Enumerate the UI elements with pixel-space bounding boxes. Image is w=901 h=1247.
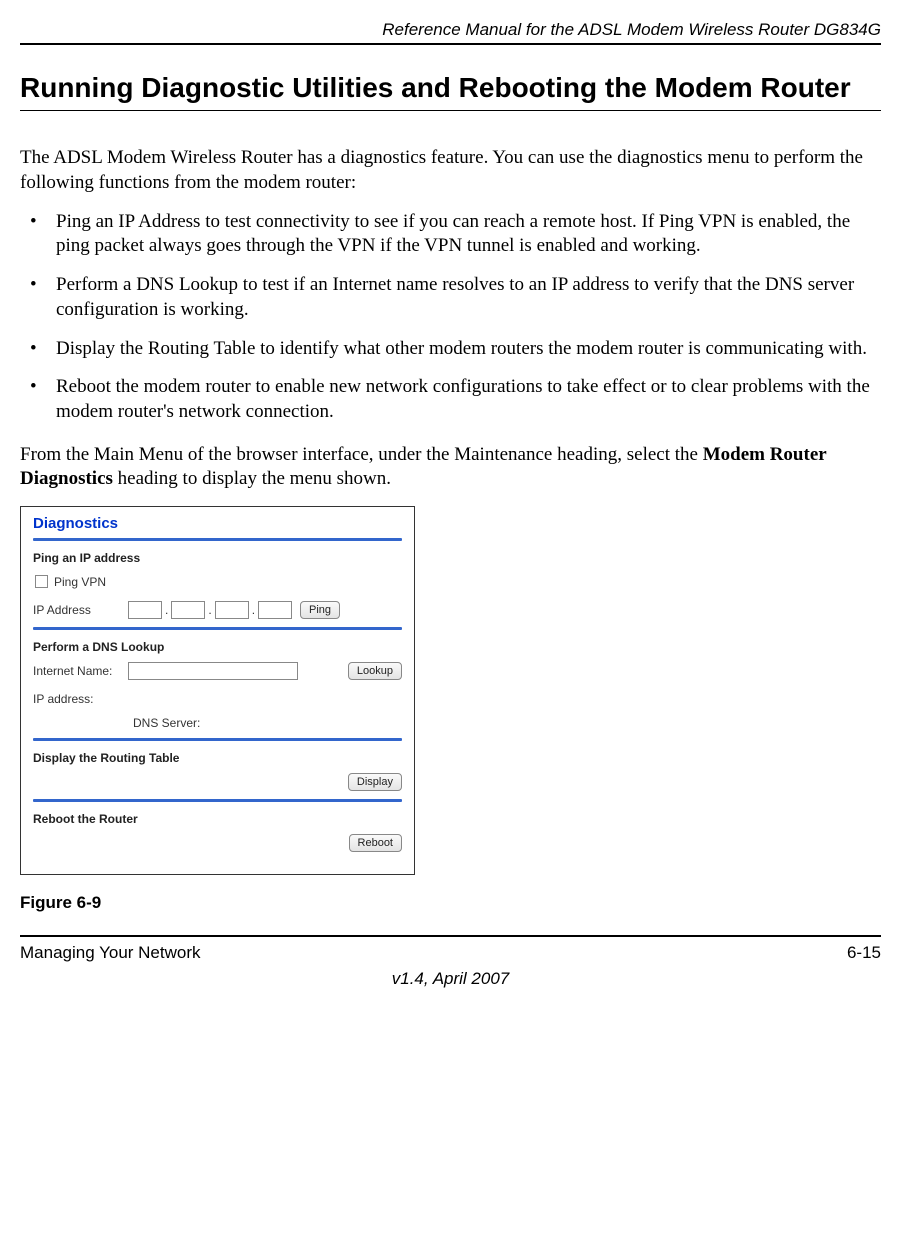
lookup-button[interactable]: Lookup: [348, 662, 402, 680]
ip-octet-2[interactable]: [171, 601, 205, 619]
running-header: Reference Manual for the ADSL Modem Wire…: [20, 20, 881, 45]
divider: [33, 738, 402, 741]
internet-name-input[interactable]: [128, 662, 298, 680]
ip-octet-1[interactable]: [128, 601, 162, 619]
internet-name-row: Internet Name: Lookup: [33, 660, 402, 682]
section-heading: Running Diagnostic Utilities and Rebooti…: [20, 70, 881, 106]
figure-caption: Figure 6-9: [20, 893, 881, 913]
reboot-button[interactable]: Reboot: [349, 834, 402, 852]
ip-octet-4[interactable]: [258, 601, 292, 619]
reboot-section-label: Reboot the Router: [33, 812, 402, 826]
footer-right: 6-15: [847, 943, 881, 963]
divider: [33, 627, 402, 630]
list-item: Display the Routing Table to identify wh…: [20, 337, 881, 362]
dot-icon: .: [252, 603, 255, 617]
routing-row: Display: [33, 771, 402, 793]
ping-button[interactable]: Ping: [300, 601, 340, 619]
dot-icon: .: [165, 603, 168, 617]
ip-octet-3[interactable]: [215, 601, 249, 619]
ping-vpn-checkbox[interactable]: [35, 575, 48, 588]
list-item: Ping an IP Address to test connectivity …: [20, 210, 881, 259]
feature-list: Ping an IP Address to test connectivity …: [20, 210, 881, 425]
nav-text-post: heading to display the menu shown.: [113, 468, 391, 489]
divider: [33, 538, 402, 541]
list-item: Perform a DNS Lookup to test if an Inter…: [20, 273, 881, 322]
routing-section-label: Display the Routing Table: [33, 751, 402, 765]
ping-vpn-label: Ping VPN: [54, 575, 106, 589]
diagnostics-screenshot: Diagnostics Ping an IP address Ping VPN …: [20, 506, 415, 875]
dns-ip-label: IP address:: [33, 692, 128, 706]
display-button[interactable]: Display: [348, 773, 402, 791]
heading-underline: [20, 110, 881, 111]
dot-icon: .: [208, 603, 211, 617]
dns-ip-row: IP address:: [33, 688, 402, 710]
dns-server-label: DNS Server:: [133, 716, 402, 730]
ping-section-label: Ping an IP address: [33, 551, 402, 565]
page-footer: Managing Your Network 6-15: [20, 935, 881, 963]
dns-section-label: Perform a DNS Lookup: [33, 640, 402, 654]
ping-vpn-row: Ping VPN: [33, 571, 402, 593]
diag-title: Diagnostics: [33, 511, 402, 536]
list-item: Reboot the modem router to enable new ne…: [20, 375, 881, 424]
footer-version: v1.4, April 2007: [20, 969, 881, 989]
divider: [33, 799, 402, 802]
nav-text-pre: From the Main Menu of the browser interf…: [20, 444, 703, 465]
page-container: Reference Manual for the ADSL Modem Wire…: [0, 0, 901, 1019]
reboot-row: Reboot: [33, 832, 402, 854]
ip-address-row: IP Address . . . Ping: [33, 599, 402, 621]
internet-name-label: Internet Name:: [33, 664, 128, 678]
navigation-paragraph: From the Main Menu of the browser interf…: [20, 443, 881, 492]
ip-address-label: IP Address: [33, 603, 128, 617]
intro-paragraph: The ADSL Modem Wireless Router has a dia…: [20, 146, 881, 195]
footer-left: Managing Your Network: [20, 943, 201, 963]
